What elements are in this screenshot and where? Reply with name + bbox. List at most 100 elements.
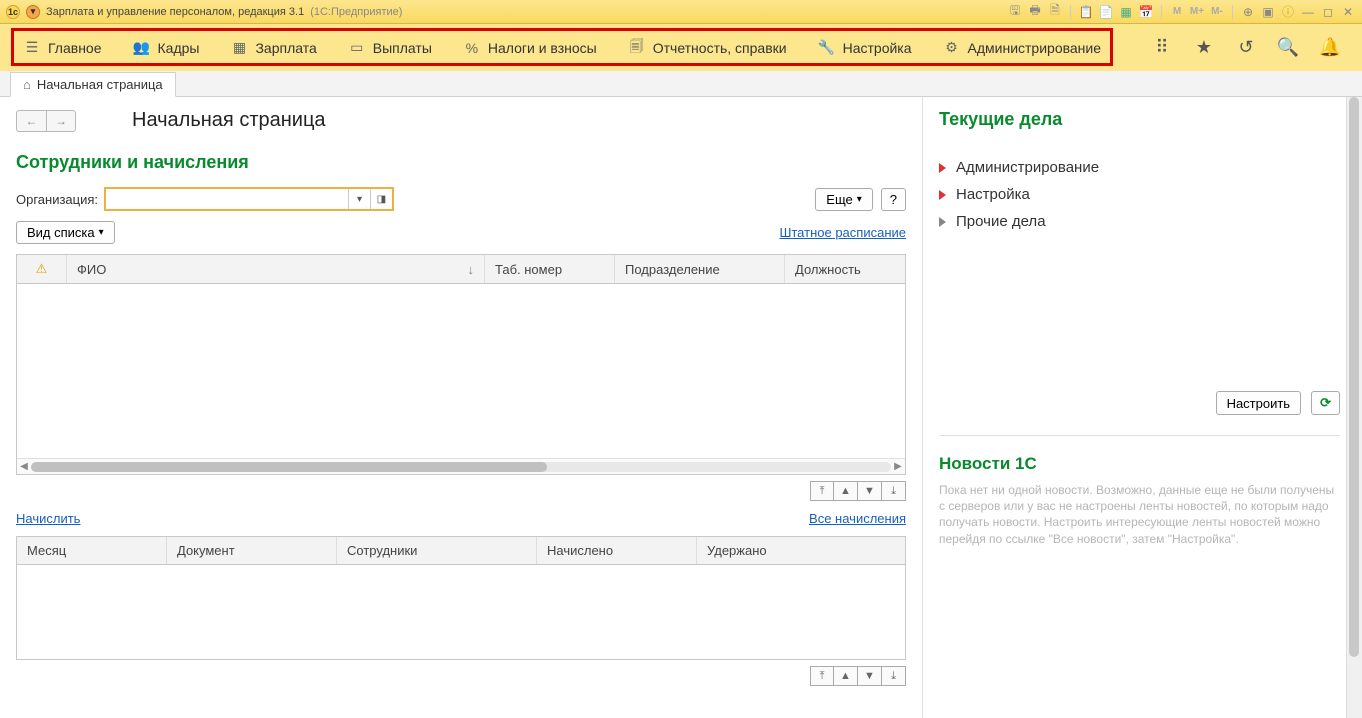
apps-icon[interactable]: ⠿ [1152, 38, 1172, 58]
close-icon[interactable]: ✕ [1340, 4, 1356, 20]
horizontal-scrollbar[interactable]: ◀ ▶ [17, 458, 905, 474]
news-heading: Новости 1С [939, 454, 1340, 474]
maximize-icon[interactable]: ◻ [1320, 4, 1336, 20]
refresh-icon: ⟳ [1320, 395, 1331, 411]
nav-back-button[interactable]: ← [16, 110, 46, 132]
accruals-table: Месяц Документ Сотрудники Начислено Удер… [16, 536, 906, 660]
accrue-link[interactable]: Начислить [16, 511, 80, 526]
employees-heading: Сотрудники и начисления [16, 152, 906, 173]
calendar-icon[interactable]: 📅 [1138, 4, 1154, 20]
col-month[interactable]: Месяц [17, 537, 167, 564]
gear-icon: ⚙ [944, 40, 960, 56]
dropdown-icon[interactable]: ▾ [26, 5, 40, 19]
page-title: Начальная страница [132, 109, 326, 132]
menu-item-reports[interactable]: 🗐 Отчетность, справки [613, 30, 803, 66]
grid-icon: ▦ [231, 40, 247, 56]
task-item-other[interactable]: Прочие дела [939, 208, 1340, 235]
last-button[interactable]: ⤓ [882, 481, 906, 501]
scroll-left-icon[interactable]: ◀ [17, 461, 31, 472]
task-label: Прочие дела [956, 213, 1046, 230]
window-icon[interactable]: ▣ [1260, 4, 1276, 20]
wallet-icon: ▭ [349, 40, 365, 56]
org-input[interactable] [106, 189, 348, 209]
separator [1161, 5, 1162, 19]
bell-icon[interactable]: 🔔 [1320, 38, 1340, 58]
triangle-icon [939, 190, 946, 200]
right-pane: Текущие дела Администрирование Настройка… [922, 97, 1362, 718]
wrench-icon: 🔧 [819, 40, 835, 56]
view-mode-button[interactable]: Вид списка▾ [16, 221, 115, 244]
vertical-scrollbar[interactable] [1346, 97, 1362, 718]
search-icon[interactable]: 🔍 [1278, 38, 1298, 58]
menu-item-salary[interactable]: ▦ Зарплата [215, 30, 332, 66]
up-button[interactable]: ▲ [834, 666, 858, 686]
first-button[interactable]: ⤒ [810, 666, 834, 686]
print-icon[interactable]: 🖶 [1027, 4, 1043, 20]
more-button[interactable]: Еще▾ [815, 188, 872, 211]
help-button[interactable]: ? [881, 188, 906, 211]
org-dropdown-button[interactable]: ▾ [348, 189, 370, 209]
down-button[interactable]: ▼ [858, 481, 882, 501]
org-label: Организация: [16, 192, 98, 207]
col-document[interactable]: Документ [167, 537, 337, 564]
scrollbar-thumb[interactable] [1349, 97, 1359, 657]
warning-icon: ⚠ [36, 261, 48, 277]
percent-icon: % [464, 40, 480, 56]
menu-label: Кадры [158, 40, 200, 56]
org-open-button[interactable]: ◨ [370, 189, 392, 209]
col-tabno[interactable]: Таб. номер [485, 255, 615, 283]
col-employees[interactable]: Сотрудники [337, 537, 537, 564]
preview-icon[interactable]: 🗎 [1047, 4, 1063, 20]
task-label: Настройка [956, 186, 1030, 203]
menu-item-taxes[interactable]: % Налоги и взносы [448, 30, 613, 66]
refresh-button[interactable]: ⟳ [1311, 391, 1340, 415]
col-warning[interactable]: ⚠ [17, 255, 67, 283]
menu-item-home[interactable]: ☰ Главное [8, 30, 118, 66]
menu-label: Администрирование [968, 40, 1102, 56]
menu-label: Настройка [843, 40, 912, 56]
memory-mminus-icon[interactable]: M- [1209, 4, 1225, 20]
menu-item-personnel[interactable]: 👥 Кадры [118, 30, 216, 66]
col-position[interactable]: Должность [785, 255, 905, 283]
tab-start-page[interactable]: ⌂ Начальная страница [10, 72, 176, 97]
staff-schedule-link[interactable]: Штатное расписание [779, 225, 906, 240]
file-icon[interactable]: 📄 [1098, 4, 1114, 20]
col-accrued[interactable]: Начислено [537, 537, 697, 564]
last-button[interactable]: ⤓ [882, 666, 906, 686]
col-fio[interactable]: ФИО ↓ [67, 255, 485, 283]
configure-button[interactable]: Настроить [1216, 391, 1302, 415]
main-menu: ☰ Главное 👥 Кадры ▦ Зарплата ▭ Выплаты %… [0, 24, 1362, 71]
memory-mplus-icon[interactable]: M+ [1189, 4, 1205, 20]
col-label: ФИО [77, 262, 106, 277]
memory-m-icon[interactable]: M [1169, 4, 1185, 20]
nav-forward-button[interactable]: → [46, 110, 76, 132]
history-icon[interactable]: ↺ [1236, 38, 1256, 58]
menu-label: Отчетность, справки [653, 40, 787, 56]
accruals-table-body[interactable] [17, 565, 905, 659]
menu-item-settings[interactable]: 🔧 Настройка [803, 30, 928, 66]
task-item-settings[interactable]: Настройка [939, 181, 1340, 208]
menu-item-admin[interactable]: ⚙ Администрирование [928, 30, 1118, 66]
scroll-right-icon[interactable]: ▶ [891, 461, 905, 472]
tasks-heading: Текущие дела [939, 109, 1340, 130]
zoom-in-icon[interactable]: ⊕ [1240, 4, 1256, 20]
calc-icon[interactable]: ▦ [1118, 4, 1134, 20]
triangle-icon [939, 217, 946, 227]
menu-item-payments[interactable]: ▭ Выплаты [333, 30, 448, 66]
col-withheld[interactable]: Удержано [697, 537, 905, 564]
minimize-icon[interactable]: — [1300, 4, 1316, 20]
title-bar: 1c ▾ Зарплата и управление персоналом, р… [0, 0, 1362, 24]
first-button[interactable]: ⤒ [810, 481, 834, 501]
info-icon[interactable]: ⓘ [1280, 4, 1296, 20]
up-button[interactable]: ▲ [834, 481, 858, 501]
down-button[interactable]: ▼ [858, 666, 882, 686]
copy-icon[interactable]: 📋 [1078, 4, 1094, 20]
news-text: Пока нет ни одной новости. Возможно, дан… [939, 482, 1340, 547]
task-item-admin[interactable]: Администрирование [939, 154, 1340, 181]
sort-icon: ↓ [468, 262, 475, 277]
save-icon[interactable]: 🖫 [1007, 4, 1023, 20]
star-icon[interactable]: ★ [1194, 38, 1214, 58]
all-accruals-link[interactable]: Все начисления [809, 511, 906, 526]
col-department[interactable]: Подразделение [615, 255, 785, 283]
employees-table-body[interactable] [17, 284, 905, 458]
